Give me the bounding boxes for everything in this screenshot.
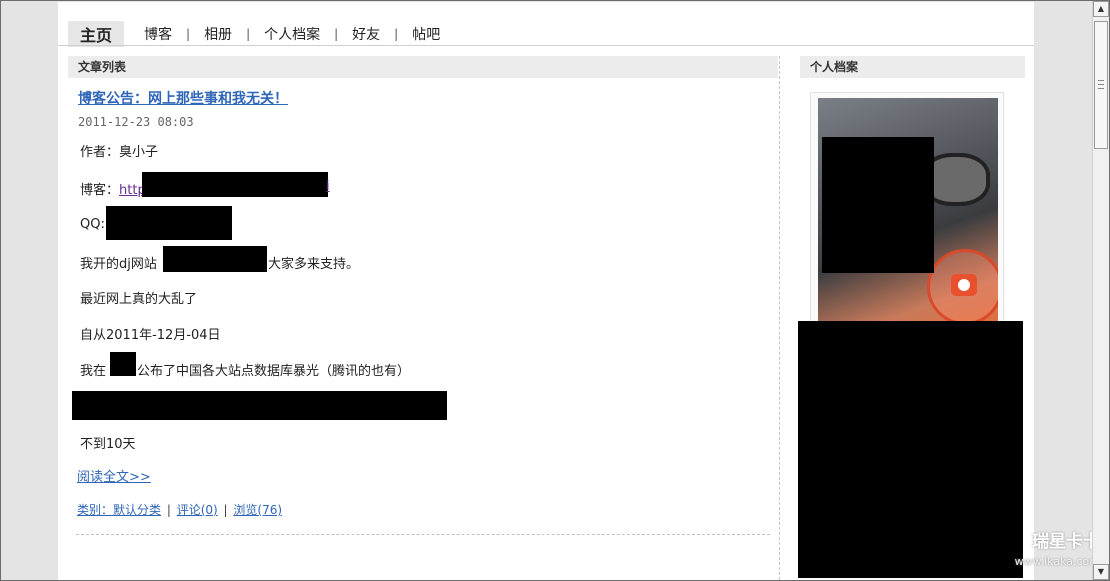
post-line-since: 自从2011年-12月-04日 (80, 328, 221, 343)
nav-blog[interactable]: 博客 (136, 24, 180, 44)
qq-label: QQ: (80, 217, 105, 232)
post-line-chaos: 最近网上真的大乱了 (80, 292, 198, 307)
watermark-brand: 瑞星卡卡 (1032, 532, 1100, 552)
post-title-link[interactable]: 博客公告：网上那些事和我无关！ (78, 88, 288, 108)
nav-separator: | (334, 27, 339, 41)
nav-separator: | (186, 27, 191, 41)
profile-title: 个人档案 (810, 60, 859, 74)
nav-home[interactable]: 主页 (68, 21, 125, 47)
nav-divider (58, 45, 1034, 46)
meta-separator: | (166, 503, 171, 517)
nav-album[interactable]: 相册 (196, 24, 240, 44)
category-link[interactable]: 类别：默认分类 (77, 503, 161, 517)
nav-friends[interactable]: 好友 (344, 24, 388, 44)
post-bottom-divider (76, 534, 770, 535)
profile-header: 个人档案 (800, 56, 1025, 78)
camera-stamp-icon (927, 249, 998, 323)
post-blog-line: 博客：http (80, 179, 146, 198)
blog-label: 博客： (80, 183, 120, 198)
scroll-down-icon[interactable]: ▼ (1093, 564, 1109, 580)
redaction-block (110, 352, 136, 376)
post-leak-line-start: 我在 (80, 364, 107, 379)
redaction-block (72, 391, 447, 420)
blog-link-end-wrap: i (326, 179, 330, 194)
nav-separator: | (394, 27, 399, 41)
redaction-block (106, 206, 232, 240)
dj-line-end: 大家多来支持。 (268, 257, 360, 272)
watermark-url: www.ikaka.com (1014, 555, 1100, 568)
comments-link[interactable]: 评论(0) (177, 503, 218, 517)
meta-separator: | (223, 503, 228, 517)
vertical-scrollbar[interactable]: ▲ ▼ (1092, 1, 1109, 580)
redaction-block (163, 246, 267, 272)
scroll-up-icon[interactable]: ▲ (1093, 1, 1109, 17)
article-list-header: 文章列表 (68, 56, 778, 78)
post-qq-line: QQ: (80, 217, 105, 232)
watermark-logo: 瑞星卡卡 www.ikaka.com (980, 532, 1100, 574)
read-more-link[interactable]: 阅读全文>> (77, 466, 151, 485)
article-list-title: 文章列表 (78, 60, 127, 74)
nav-forum[interactable]: 帖吧 (404, 24, 448, 44)
post-author: 作者：臭小子 (80, 145, 159, 160)
views-link[interactable]: 浏览(76) (233, 503, 282, 517)
dj-line-start: 我开的dj网站 (80, 257, 157, 272)
post-meta: 类别：默认分类 | 评论(0) | 浏览(76) (77, 501, 282, 518)
post-date: 2011-12-23 08:03 (78, 115, 194, 129)
nav-separator: | (246, 27, 251, 41)
redaction-block (142, 172, 328, 197)
nav-profile[interactable]: 个人档案 (256, 24, 328, 44)
blog-page: 主页 博客 | 相册 | 个人档案 | 好友 | 帖吧 文章列表 个人档案 博客… (58, 2, 1034, 580)
top-navigation: 主页 博客 | 相册 | 个人档案 | 好友 | 帖吧 (68, 21, 448, 47)
post-leak-line-end: 公布了中国各大站点数据库暴光（腾讯的也有） (137, 364, 411, 379)
column-divider (779, 56, 780, 580)
redaction-block (822, 137, 934, 273)
blog-link-end[interactable]: i (326, 179, 330, 194)
post-dj-line: 我开的dj网站 (80, 253, 157, 272)
scroll-thumb[interactable] (1094, 21, 1108, 149)
post-line-days: 不到10天 (80, 437, 136, 452)
